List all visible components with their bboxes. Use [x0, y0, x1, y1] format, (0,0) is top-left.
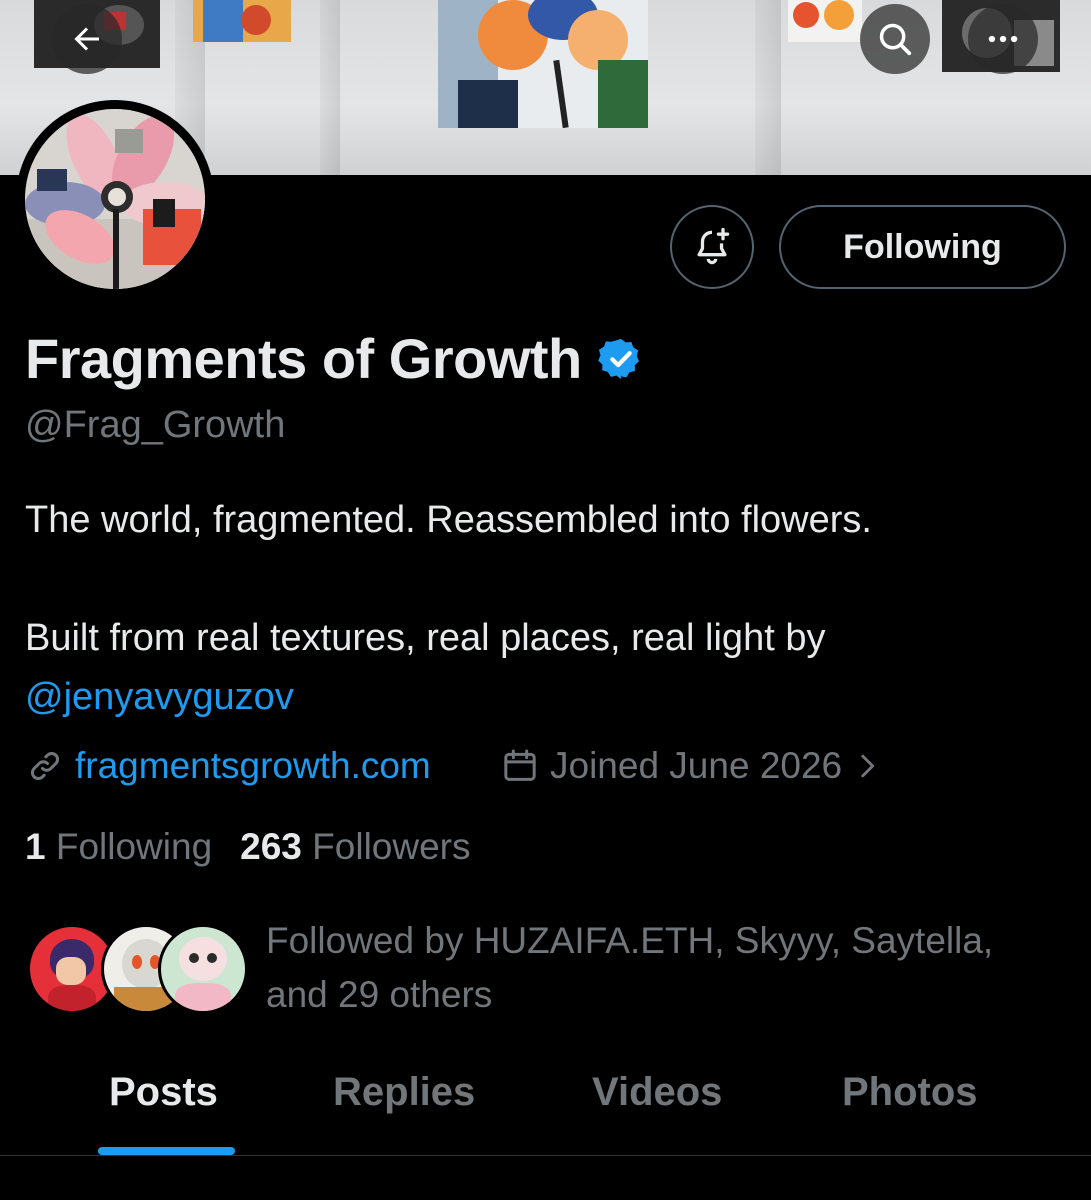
follower-avatar[interactable] [158, 924, 248, 1014]
profile-name-row: Fragments of Growth [25, 326, 644, 391]
more-dots-icon [988, 35, 1018, 43]
wall-edge [755, 0, 781, 175]
active-tab-indicator [98, 1147, 235, 1155]
chevron-right-icon [861, 754, 875, 778]
website-link-row[interactable]: fragmentsgrowth.com [25, 745, 431, 787]
tab-replies[interactable]: Replies [333, 1070, 475, 1115]
wall-edge [320, 0, 340, 175]
more-button[interactable] [968, 4, 1038, 74]
followed-by-line: and 29 others [266, 974, 493, 1015]
following-count: 1 [25, 826, 46, 867]
joined-date: Joined June 2026 [550, 745, 843, 786]
tab-videos[interactable]: Videos [592, 1070, 722, 1115]
bio-mention-link[interactable]: @jenyavyguzov [25, 676, 294, 719]
bio-line: The world, fragmented. Reassembled into … [25, 499, 872, 541]
tab-posts[interactable]: Posts [109, 1070, 218, 1115]
calendar-icon [504, 749, 536, 781]
flower-artwork [25, 109, 205, 289]
back-button[interactable] [52, 4, 122, 74]
following-button[interactable]: Following [779, 205, 1066, 289]
profile-handle: @Frag_Growth [25, 404, 286, 446]
search-icon [879, 23, 912, 56]
tabs-divider [0, 1155, 1091, 1156]
notify-button[interactable] [670, 205, 754, 289]
search-button[interactable] [860, 4, 930, 74]
link-icon [31, 752, 59, 780]
followers-stat[interactable]: 263 Followers [240, 826, 470, 868]
following-stat[interactable]: 1 Following [25, 826, 212, 868]
banner-artwork [788, 0, 862, 42]
website-link[interactable]: fragmentsgrowth.com [75, 745, 431, 787]
follow-stats: 1 Following 263 Followers [25, 826, 471, 868]
followers-count: 263 [240, 826, 302, 867]
bell-plus-icon [697, 227, 730, 265]
avatar[interactable] [25, 109, 205, 289]
bio-line: Built from real textures, real places, r… [25, 617, 826, 659]
followed-by-line: Followed by HUZAIFA.ETH, Skyyy, Saytella… [266, 920, 994, 961]
arrow-left-icon [74, 27, 99, 51]
banner-artwork [438, 0, 648, 128]
verified-badge-icon[interactable] [597, 336, 644, 382]
profile-name: Fragments of Growth [25, 327, 582, 390]
following-label: Following [55, 826, 213, 867]
followed-by-text[interactable]: Followed by HUZAIFA.ETH, Skyyy, Saytella… [266, 914, 1046, 1022]
followers-label: Followers [312, 826, 471, 867]
joined-row[interactable]: Joined June 2026 [500, 745, 884, 787]
tab-photos[interactable]: Photos [842, 1070, 978, 1115]
banner-artwork [193, 0, 291, 42]
